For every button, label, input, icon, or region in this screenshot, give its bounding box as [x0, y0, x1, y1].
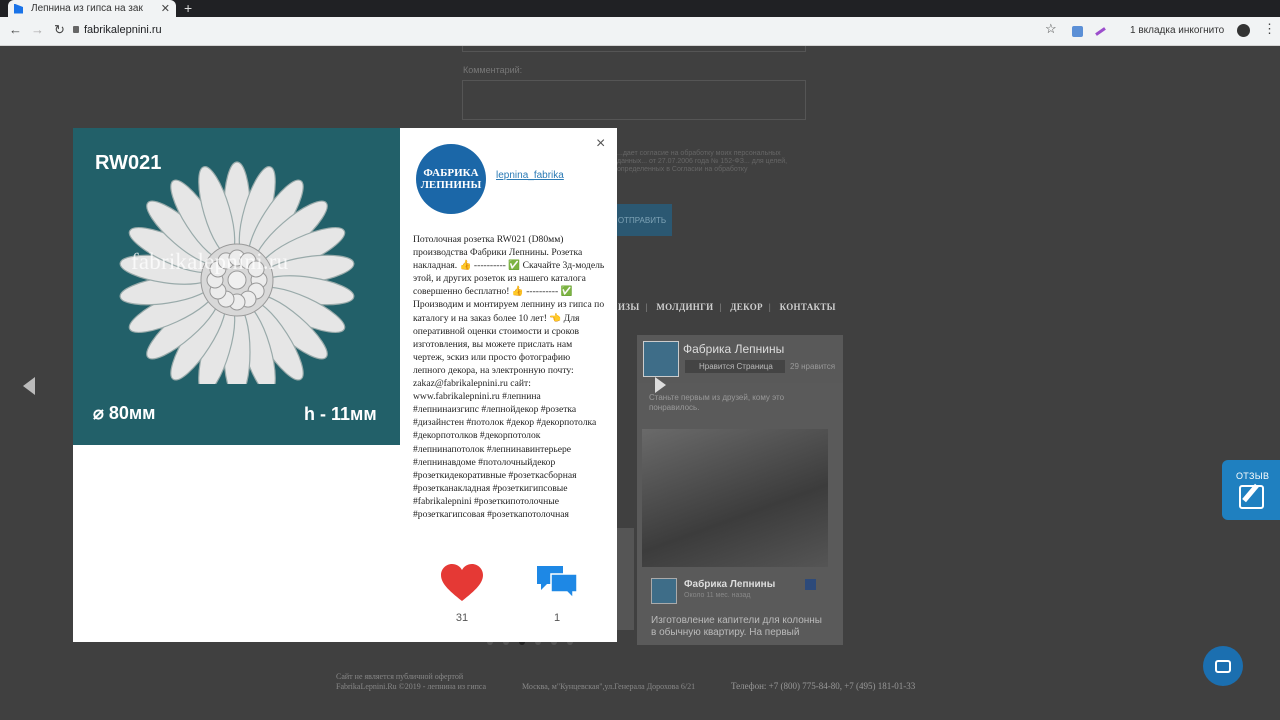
facebook-icon[interactable] — [805, 579, 816, 590]
fb-header: Фабрика Лепнины Нравится Страница 29 нра… — [637, 335, 843, 383]
reload-icon[interactable]: ↻ — [54, 22, 65, 38]
footer-phone: Телефон: +7 (800) 775-84-80, +7 (495) 18… — [731, 681, 916, 691]
tab-close-icon[interactable]: ✕ — [161, 2, 170, 15]
avatar-line: ЛЕПНИНЫ — [420, 179, 482, 191]
back-icon[interactable]: ← — [9, 22, 22, 37]
browser-tab[interactable]: Лепнина из гипса на зак ✕ — [8, 0, 176, 17]
bg-input-field[interactable] — [462, 46, 806, 52]
nav-item[interactable]: ДЕКОР — [730, 302, 763, 312]
avatar-line: ФАБРИКА — [423, 167, 479, 179]
browser-toolbar: ← → ↻ fabrikalepnini.ru ☆ 1 вкладка инко… — [0, 17, 1280, 46]
extension-icon[interactable] — [1072, 26, 1083, 37]
incognito-icon[interactable] — [1237, 24, 1250, 37]
nav-item[interactable]: ИЗЫ — [618, 302, 640, 312]
comments-icon[interactable] — [535, 564, 579, 602]
post-caption: Потолочная розетка RW021 (D80мм) произво… — [413, 234, 605, 520]
tab-title: Лепнина из гипса на зак — [31, 3, 143, 14]
bookmark-star-icon[interactable]: ☆ — [1045, 21, 1057, 37]
fb-like-count: 29 нравится — [790, 362, 836, 371]
post-photo: fabrikalepnini.ru RW021 ⌀ 80мм h - 11мм — [73, 128, 400, 445]
like-block[interactable]: 31 — [440, 564, 484, 624]
like-count: 31 — [455, 612, 469, 624]
fb-post-title[interactable]: Фабрика Лепнины — [684, 579, 775, 590]
fb-post-time: Около 11 мес. назад — [684, 592, 751, 599]
fb-page-logo[interactable] — [643, 341, 679, 377]
fb-friends-text: Станьте первым из друзей, кому это понра… — [649, 393, 785, 412]
avatar[interactable]: ФАБРИКА ЛЕПНИНЫ — [416, 144, 486, 214]
tab-strip: Лепнина из гипса на зак ✕ + — [0, 0, 1280, 17]
footer-line: Сайт не является публичной офертой — [336, 672, 464, 681]
bg-image — [617, 528, 634, 630]
menu-icon[interactable]: ⋮ — [1263, 21, 1276, 37]
fb-post-avatar[interactable] — [651, 578, 677, 604]
footer-line: FabrikaLepnini.Ru ©2019 - лепнина из гип… — [336, 682, 487, 691]
comment-count: 1 — [553, 612, 561, 624]
comment-textarea[interactable] — [462, 80, 806, 120]
diameter-label: ⌀ 80мм — [93, 403, 156, 423]
heart-icon[interactable] — [441, 564, 483, 602]
footer-address: Москва, м"Кунцевская",ул.Генерала Дорохо… — [522, 682, 696, 691]
pen-extension-icon[interactable] — [1095, 27, 1106, 36]
site-nav: ИЗЫ | МОЛДИНГИ | ДЕКОР | КОНТАКТЫ — [618, 302, 836, 312]
chat-button[interactable] — [1203, 646, 1243, 686]
fb-post-text: Изготовление капители для колонны в обыч… — [651, 615, 822, 638]
nav-item[interactable]: МОЛДИНГИ — [656, 302, 713, 312]
product-code: RW021 — [95, 152, 162, 174]
feedback-label: ОТЗЫВ — [1236, 471, 1270, 481]
username-link[interactable]: lepnina_fabrika — [496, 170, 564, 181]
new-tab-button[interactable]: + — [184, 0, 192, 16]
prev-arrow-icon[interactable] — [23, 377, 35, 395]
next-arrow-icon[interactable] — [655, 377, 666, 393]
watermark: fabrikalepnini.ru — [131, 249, 289, 274]
send-button[interactable]: ОТПРАВИТЬ — [612, 204, 672, 236]
fb-post-photo[interactable] — [642, 429, 828, 567]
comment-block[interactable]: 1 — [535, 564, 579, 624]
fb-page-name[interactable]: Фабрика Лепнины — [683, 342, 784, 356]
instagram-lightbox: fabrikalepnini.ru RW021 ⌀ 80мм h - 11мм … — [73, 128, 617, 642]
post-sidebar: × ФАБРИКА ЛЕПНИНЫ lepnina_fabrika Потоло… — [400, 128, 617, 642]
address-bar[interactable]: fabrikalepnini.ru — [84, 24, 162, 36]
footer-legal: Сайт не является публичной офертой Fabri… — [336, 672, 486, 692]
consent-text: ...дает согласие на обработку моих персо… — [617, 150, 788, 173]
fb-like-button[interactable]: Нравится Страница — [685, 360, 785, 373]
forward-icon[interactable]: → — [31, 22, 44, 37]
facebook-widget: Фабрика Лепнины Нравится Страница 29 нра… — [637, 335, 843, 645]
chat-icon — [1215, 659, 1231, 673]
edit-icon — [1239, 485, 1264, 509]
feedback-button[interactable]: ОТЗЫВ — [1222, 460, 1280, 520]
comment-label: Комментарий: — [463, 65, 523, 75]
lock-icon — [73, 26, 79, 33]
nav-item[interactable]: КОНТАКТЫ — [780, 302, 836, 312]
incognito-label: 1 вкладка инкогнито — [1130, 25, 1225, 36]
close-icon[interactable]: × — [596, 135, 605, 153]
favicon-icon — [14, 3, 23, 14]
height-label: h - 11мм — [304, 404, 377, 424]
